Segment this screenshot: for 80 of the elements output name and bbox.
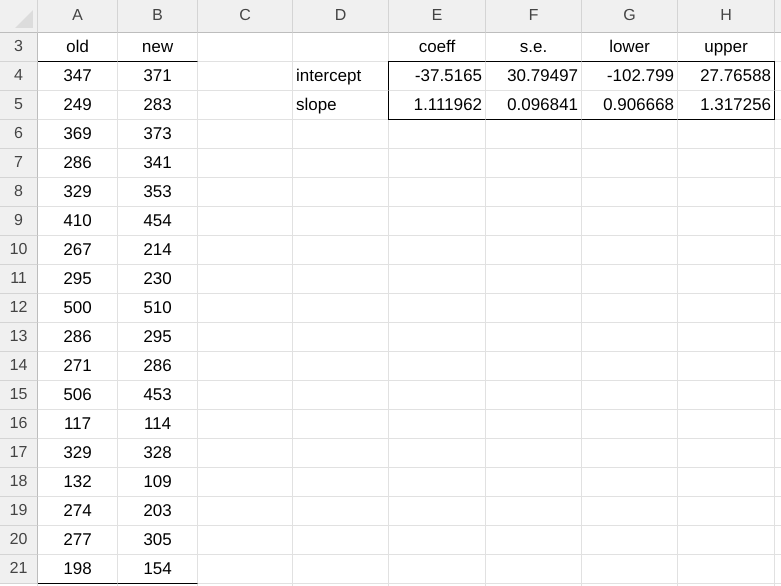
row-header[interactable]: 6	[0, 120, 38, 149]
column-header[interactable]: C	[198, 0, 293, 33]
table-cell-text: 328	[142, 442, 173, 464]
table-cell-text: 132	[62, 471, 93, 493]
table-cell-text: 369	[62, 123, 93, 145]
row-header[interactable]: 20	[0, 526, 38, 555]
table-cell-text: upper	[703, 36, 749, 58]
table-cell-text: coeff	[418, 36, 456, 58]
column-header[interactable]: A	[38, 0, 118, 33]
row-header[interactable]: 14	[0, 352, 38, 381]
table-cell-text: 453	[142, 384, 173, 406]
row-header[interactable]: 10	[0, 236, 38, 265]
row-header[interactable]: 19	[0, 497, 38, 526]
row-header[interactable]: 18	[0, 468, 38, 497]
row-header[interactable]: 13	[0, 323, 38, 352]
table-cell: 154	[118, 555, 198, 584]
row-header[interactable]: 3	[0, 33, 38, 62]
row-header[interactable]: 9	[0, 207, 38, 236]
row-header[interactable]: 17	[0, 439, 38, 468]
row-header[interactable]: 21	[0, 555, 38, 584]
table-cell-text: 230	[142, 268, 173, 290]
row-header[interactable]: 15	[0, 381, 38, 410]
table-cell-text: 114	[142, 413, 172, 435]
table-cell: 0.906668	[582, 91, 678, 120]
row-header[interactable]: 4	[0, 62, 38, 91]
table-cell-text: 295	[62, 268, 93, 290]
table-cell-text: 410	[62, 210, 93, 232]
table-cell-text: lower	[608, 36, 651, 58]
column-header[interactable]	[775, 0, 781, 33]
table-cell: old	[38, 33, 118, 62]
table-cell-text: s.e.	[518, 36, 548, 58]
column-header[interactable]: B	[118, 0, 198, 33]
table-cell-text: 117	[62, 413, 92, 435]
table-cell-text: 249	[62, 94, 93, 116]
table-cell-text: 109	[142, 471, 173, 493]
table-cell-text: 305	[142, 529, 173, 551]
table-cell: 0.096841	[486, 91, 582, 120]
table-cell-text: 283	[142, 94, 173, 116]
table-cell-text: 341	[142, 152, 173, 174]
table-cell: 1.111962	[388, 91, 486, 120]
table-cell: 30.79497	[486, 61, 582, 91]
table-cell: 198	[38, 555, 118, 584]
table-cell-text: 329	[62, 181, 93, 203]
table-cell: 1.317256	[678, 91, 775, 120]
table-cell-text: 371	[142, 65, 173, 87]
column-header[interactable]: G	[582, 0, 678, 33]
table-cell: 27.76588	[678, 61, 775, 91]
table-cell-text: 454	[142, 210, 173, 232]
column-header[interactable]: E	[389, 0, 486, 33]
table-cell-text: 510	[142, 297, 173, 319]
table-cell-text: 500	[62, 297, 93, 319]
table-cell-text: 295	[142, 326, 173, 348]
table-cell-text: slope	[295, 94, 338, 116]
row-header[interactable]: 16	[0, 410, 38, 439]
table-cell-text: 347	[62, 65, 93, 87]
table-cell-text: 373	[142, 123, 173, 145]
table-cell-text: 203	[142, 500, 173, 522]
column-header[interactable]: H	[678, 0, 775, 33]
table-cell-text: 214	[142, 239, 173, 261]
row-header[interactable]: 8	[0, 178, 38, 207]
table-cell-text: 274	[62, 500, 93, 522]
column-header[interactable]: D	[293, 0, 389, 33]
table-cell-text: 506	[62, 384, 93, 406]
table-cell-text: 277	[62, 529, 93, 551]
table-cell-text: 353	[142, 181, 173, 203]
table-cell-text: 286	[62, 152, 93, 174]
row-header[interactable]: 5	[0, 91, 38, 120]
table-cell-text: 329	[62, 442, 93, 464]
table-cell-text: 286	[62, 326, 93, 348]
table-cell-text: 267	[62, 239, 93, 261]
table-cell-text: 271	[62, 355, 93, 377]
table-cell: -37.5165	[388, 61, 486, 91]
table-cell-text: 286	[142, 355, 173, 377]
table-cell: -102.799	[582, 61, 678, 91]
row-header[interactable]: 11	[0, 265, 38, 294]
row-header[interactable]: 7	[0, 149, 38, 178]
row-header[interactable]: 12	[0, 294, 38, 323]
table-cell-text: intercept	[295, 65, 362, 87]
table-cell: new	[118, 33, 198, 62]
column-header[interactable]: F	[486, 0, 582, 33]
